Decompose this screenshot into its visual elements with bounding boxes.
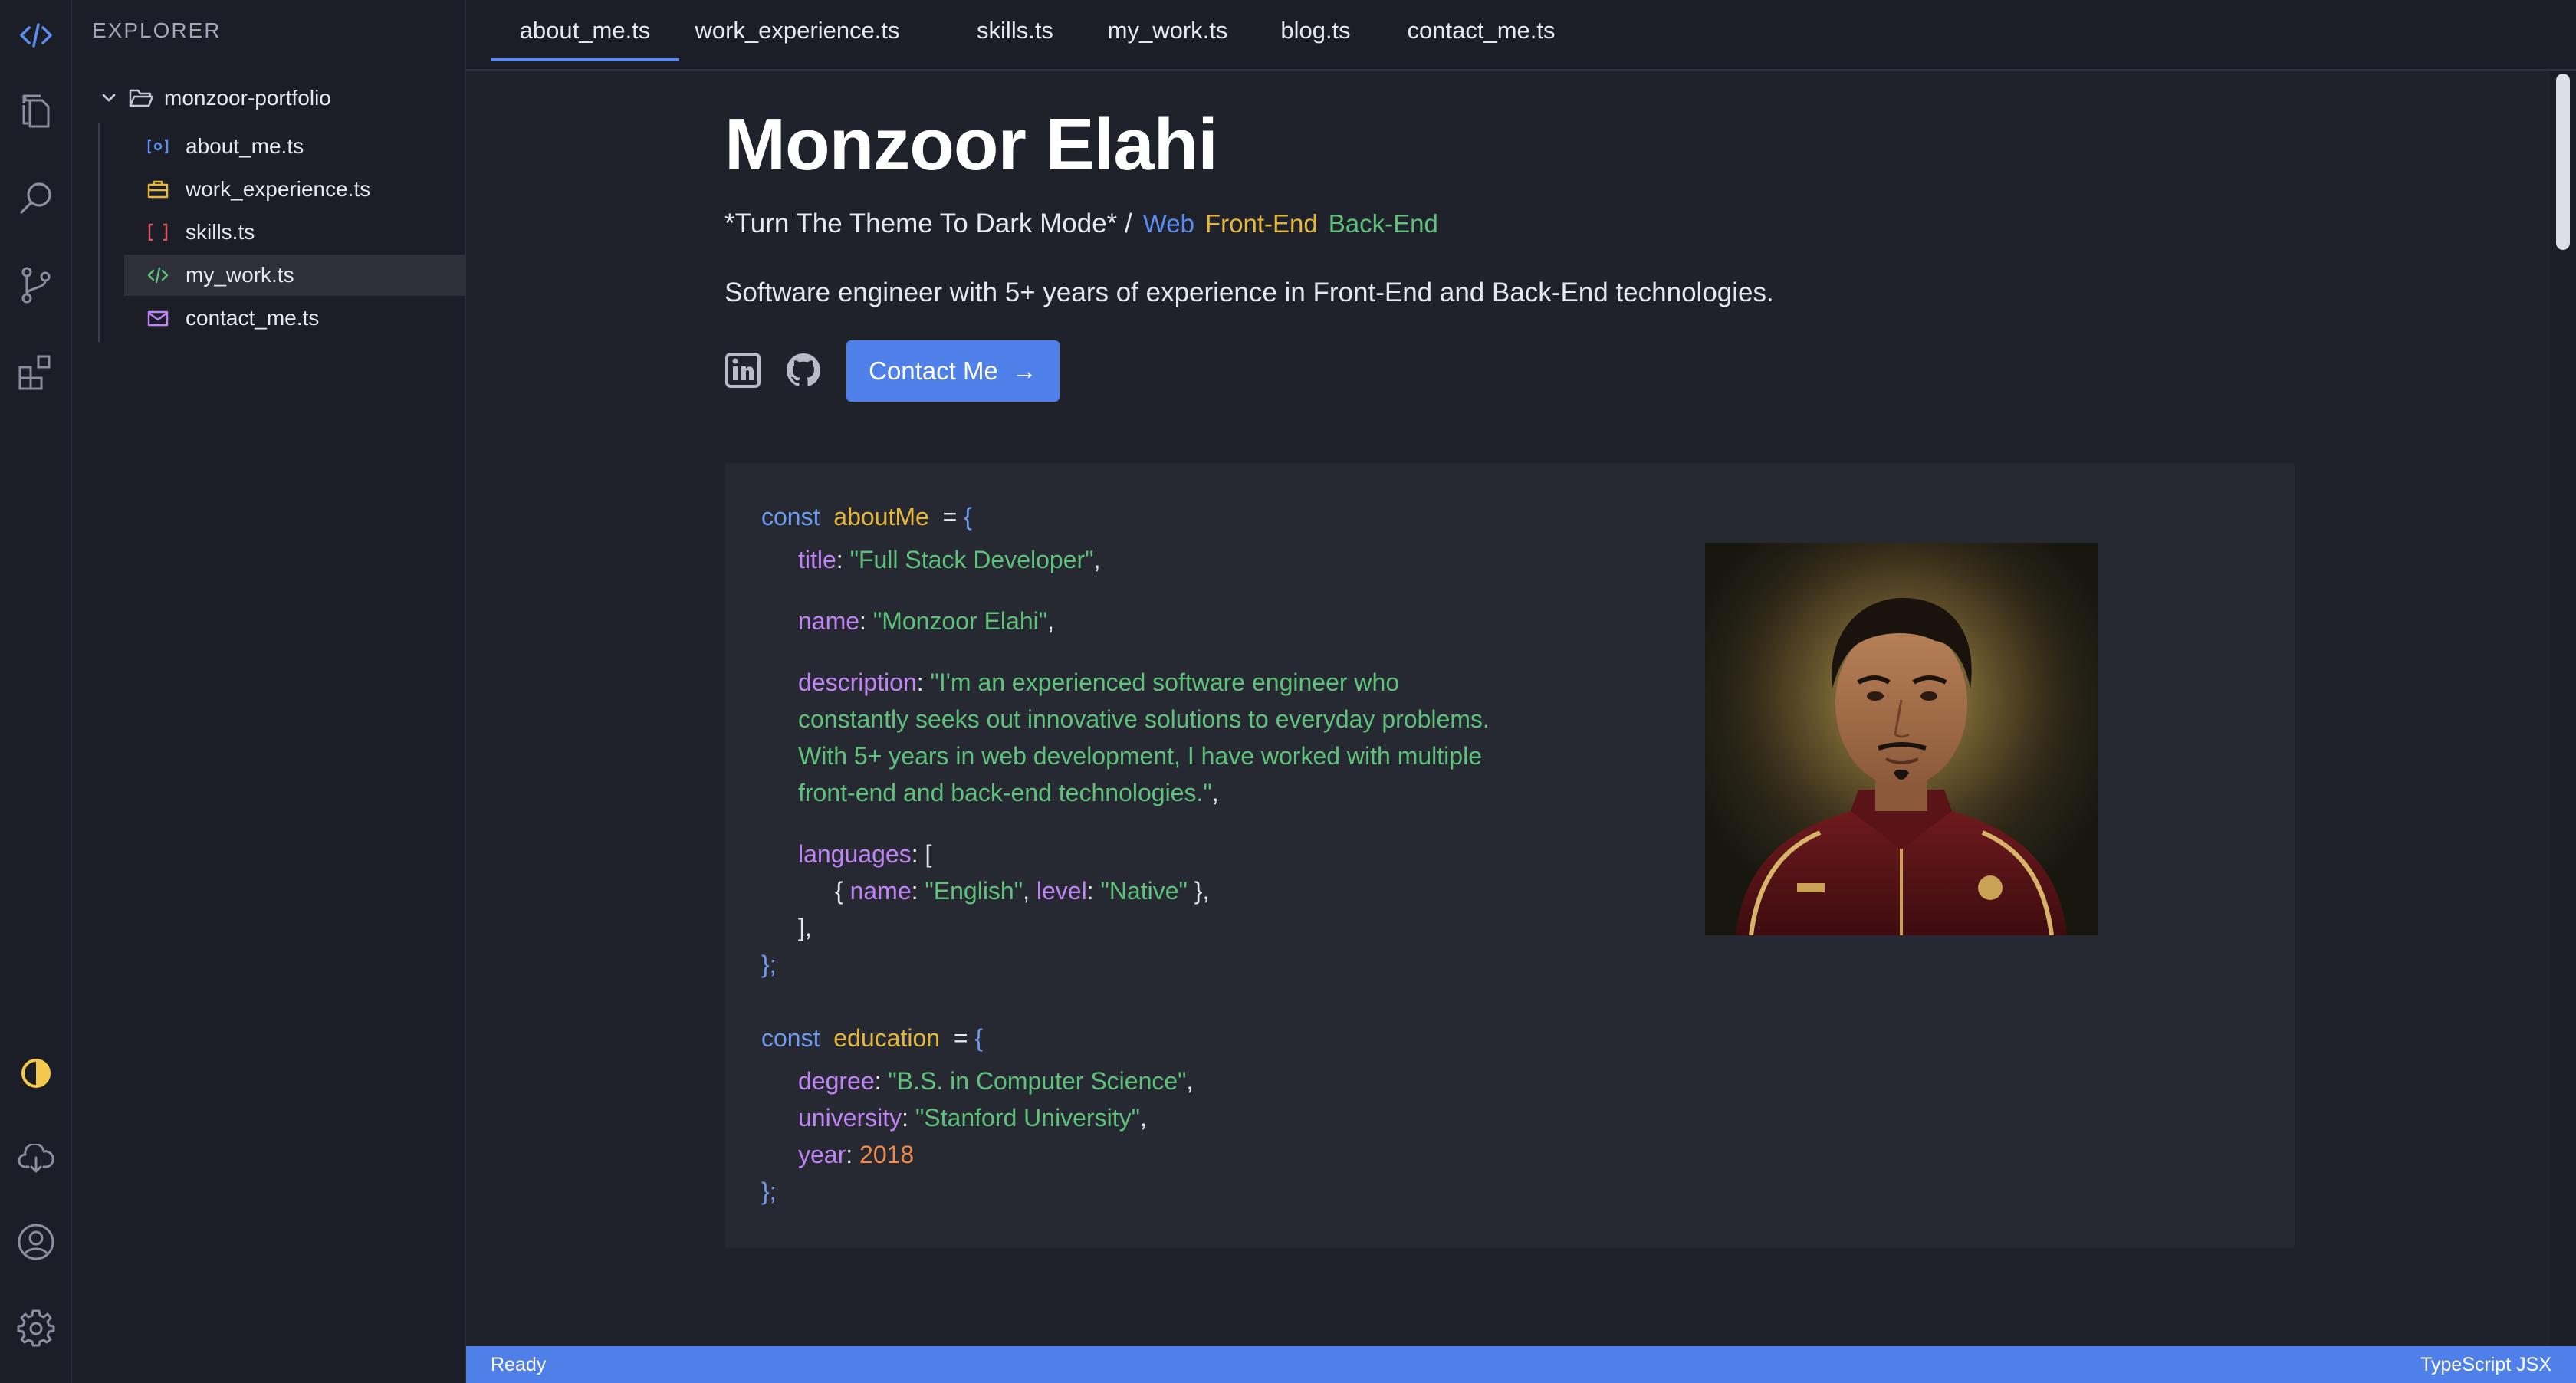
scrollbar-track[interactable]	[2550, 71, 2576, 1346]
tag-backend: Back-End	[1328, 209, 1438, 238]
contact-me-button[interactable]: Contact Me →	[846, 340, 1060, 402]
code-line-education-close: };	[761, 1178, 777, 1205]
code-line-name: name: "Monzoor Elahi",	[798, 607, 1054, 635]
theme-toggle-icon[interactable]	[0, 1038, 72, 1109]
arrow-right-icon: →	[1011, 356, 1037, 385]
code-line-description: description: "I'm an experienced softwar…	[798, 669, 1400, 696]
tab-bar: about_me.ts work_experience.ts skills.ts…	[466, 0, 2576, 71]
mail-icon	[146, 306, 170, 330]
files-icon[interactable]	[0, 77, 72, 147]
tagline-lead: *Turn The Theme To Dark Mode* /	[724, 209, 1132, 238]
search-icon[interactable]	[0, 163, 72, 233]
tag-frontend: Front-End	[1205, 209, 1318, 238]
file-label: work_experience.ts	[186, 177, 371, 201]
file-skills[interactable]: skills.ts	[124, 212, 466, 253]
file-contact-me[interactable]: contact_me.ts	[124, 297, 466, 339]
settings-gear-icon[interactable]	[0, 1293, 72, 1363]
brackets-icon	[146, 220, 170, 245]
tab-about-me[interactable]: about_me.ts	[491, 0, 679, 61]
tab-my-work[interactable]: my_work.ts	[1090, 0, 1245, 61]
file-label: about_me.ts	[186, 134, 304, 158]
explorer-panel: EXPLORER monzoor-portfolio about_me.ts w…	[72, 0, 466, 1383]
code-line-university: university: "Stanford University",	[798, 1104, 1147, 1132]
status-language[interactable]: TypeScript JSX	[2420, 1354, 2551, 1376]
tagline: *Turn The Theme To Dark Mode* / Web Fron…	[724, 209, 1438, 239]
code-line-education-decl: const education = {	[761, 1024, 984, 1052]
code-line-about-close: };	[761, 951, 777, 978]
code-line-about-decl: const aboutMe = {	[761, 503, 972, 531]
folder-open-icon	[129, 87, 153, 109]
tab-contact-me[interactable]: contact_me.ts	[1389, 0, 1573, 61]
summary-text: Software engineer with 5+ years of exper…	[724, 278, 1774, 307]
file-about-me[interactable]: about_me.ts	[124, 126, 466, 167]
scrollbar-thumb[interactable]	[2556, 74, 2570, 250]
file-label: skills.ts	[186, 220, 255, 244]
extensions-icon[interactable]	[0, 337, 72, 408]
file-work-experience[interactable]: work_experience.ts	[124, 169, 466, 210]
chevron-down-icon	[100, 89, 118, 107]
tree-guide	[98, 123, 100, 342]
briefcase-icon	[146, 177, 170, 202]
tab-skills[interactable]: skills.ts	[958, 0, 1072, 61]
explorer-title: EXPLORER	[92, 18, 222, 42]
github-icon[interactable]	[783, 350, 824, 391]
activity-bar	[0, 0, 72, 1383]
profile-portrait	[1705, 543, 2098, 935]
code-line-languages: languages: [	[798, 840, 932, 868]
account-icon[interactable]	[0, 1207, 72, 1277]
tab-blog[interactable]: blog.ts	[1263, 0, 1368, 61]
file-label: contact_me.ts	[186, 306, 320, 330]
contact-me-label: Contact Me	[869, 356, 998, 385]
status-ready: Ready	[491, 1354, 547, 1375]
file-label: my_work.ts	[186, 263, 294, 287]
cloud-download-icon[interactable]	[0, 1124, 72, 1194]
code-line-language-item: { name: "English", level: "Native" },	[835, 877, 1210, 905]
tab-work-experience[interactable]: work_experience.ts	[685, 0, 909, 61]
code-line-degree: degree: "B.S. in Computer Science",	[798, 1067, 1194, 1095]
folder-label: monzoor-portfolio	[164, 86, 331, 110]
code-logo-icon[interactable]	[0, 0, 72, 71]
code-line-languages-close: ],	[798, 914, 812, 941]
hero-name: Monzoor Elahi	[724, 103, 1218, 186]
code-line-description-3: With 5+ years in web development, I have…	[798, 742, 1482, 770]
linkedin-icon[interactable]	[722, 350, 764, 391]
code-line-title: title: "Full Stack Developer",	[798, 546, 1101, 573]
file-my-work[interactable]: my_work.ts	[124, 255, 466, 296]
code-file-icon	[146, 263, 170, 287]
source-control-icon[interactable]	[0, 250, 72, 320]
code-line-description-2: constantly seeks out innovative solution…	[798, 705, 1490, 733]
status-bar: Ready TypeScript JSX	[466, 1346, 2576, 1383]
about-file-icon	[146, 134, 170, 159]
code-line-description-4: front-end and back-end technologies.",	[798, 779, 1219, 806]
folder-monzoor-portfolio[interactable]: monzoor-portfolio	[100, 80, 460, 117]
tag-web: Web	[1142, 209, 1194, 238]
code-line-year: year: 2018	[798, 1141, 915, 1168]
